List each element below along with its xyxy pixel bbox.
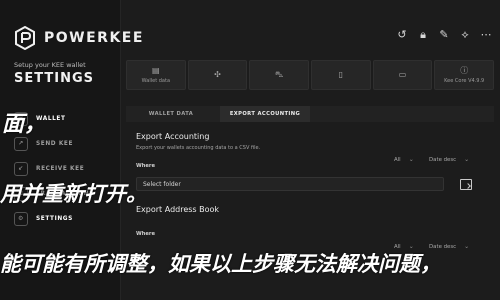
card-label: Wallet data (141, 77, 171, 84)
chevron-down-icon: ⌄ (408, 156, 414, 163)
sidebar-title: SETTINGS (14, 71, 95, 86)
overlay-text-line2: 用并重新打开。 (0, 181, 147, 206)
card-gear[interactable]: ✣ (187, 60, 248, 90)
card-display[interactable]: ▭ (372, 60, 433, 90)
tab-export-accounting[interactable]: EXPORT ACCOUNTING (220, 106, 310, 122)
display-icon: ▭ (398, 70, 407, 79)
card-mobile[interactable]: ▯ (311, 60, 371, 90)
menu-icon[interactable]: ⋯ (480, 29, 492, 41)
gear-icon: ✣ (214, 70, 221, 79)
sidebar-item-label: RECEIVE KEE (36, 165, 85, 172)
settings-cards: ▤ Wallet data ✣ ⛍ ▯ ▭ ⓘ Kee Core V4.9.9 (126, 60, 495, 90)
card-cart[interactable]: ⛍ (249, 60, 310, 90)
where-label: Where (136, 231, 156, 237)
tab-bar: WALLET DATA EXPORT ACCOUNTING (126, 106, 494, 122)
sort-value: Date desc (429, 156, 457, 163)
settings-icon: ⚙ (14, 211, 28, 226)
mobile-icon: ▯ (338, 70, 344, 79)
tab-wallet-data[interactable]: WALLET DATA (126, 106, 216, 122)
card-kee-core[interactable]: ⓘ Kee Core V4.9.9 (434, 60, 495, 90)
sidebar-item-settings[interactable]: ⚙ SETTINGS (14, 206, 94, 231)
folder-input[interactable]: Select folder (136, 177, 444, 191)
brand-name: POWERKEE (44, 30, 144, 46)
filter-value: All (394, 156, 401, 163)
filter-dropdown[interactable]: All ⌄ (394, 156, 414, 163)
cart-icon: ⛍ (275, 70, 284, 79)
sidebar-item-label: SEND KEE (36, 140, 74, 147)
export-accounting-section: Export Accounting Export your wallets ac… (136, 132, 260, 151)
receive-icon: ↙ (14, 161, 28, 176)
where-label: Where (136, 163, 156, 169)
network-icon[interactable]: ⟡ (459, 29, 471, 41)
chevron-down-icon: ⌄ (464, 243, 470, 250)
overlay-text-line1: 面， (2, 111, 47, 137)
topbar-icons: ↺ 🔒︎ ✎ ⟡ ⋯ (396, 29, 492, 41)
wallet-icon: ▤ (152, 65, 160, 75)
open-folder-icon[interactable] (460, 179, 472, 190)
info-icon: ⓘ (460, 65, 469, 75)
section-description: Export your wallets accounting data to a… (136, 145, 261, 151)
card-wallet-data[interactable]: ▤ Wallet data (126, 60, 186, 90)
lock-icon[interactable]: 🔒︎ (417, 29, 429, 41)
powerkee-logo-icon (15, 26, 35, 50)
section-title: Export Accounting (136, 132, 210, 141)
brand-logo: POWERKEE (14, 26, 144, 50)
setup-text: Setup your KEE wallet (14, 61, 86, 69)
export-address-book-section: Export Address Book (136, 205, 219, 214)
sidebar-item-label: SETTINGS (36, 215, 73, 222)
overlay-text-line3: 能可能有所调整，如果以上步骤无法解决问题， (0, 251, 441, 276)
chevron-down-icon: ⌄ (464, 156, 470, 163)
card-label: Kee Core V4.9.9 (444, 77, 485, 84)
sort-dropdown[interactable]: Date desc ⌄ (429, 156, 469, 163)
section-title: Export Address Book (136, 205, 220, 214)
broom-icon[interactable]: ✎ (438, 29, 450, 41)
send-icon: ↗ (14, 136, 28, 151)
back-icon[interactable]: ↺ (396, 29, 408, 41)
